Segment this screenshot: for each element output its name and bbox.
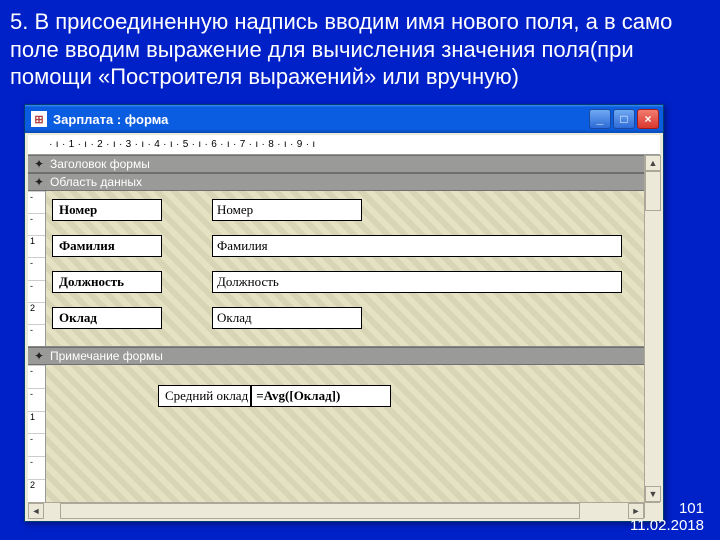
scroll-thumb[interactable] <box>60 503 580 519</box>
minimize-button[interactable]: _ <box>589 109 611 129</box>
label-avg-salary[interactable]: Средний оклад <box>158 385 251 407</box>
field-surname[interactable]: Фамилия <box>212 235 622 257</box>
slide-body-text: 5. В присоединенную надпись вводим имя н… <box>0 0 720 95</box>
slide-footer: 101 11.02.2018 <box>630 501 704 534</box>
design-surface[interactable]: ✦ Заголовок формы ✦ Область данных -- 1-… <box>28 155 644 502</box>
section-body-footer[interactable]: -- 1- -2 Средний оклад =Avg([Оклад]) <box>28 365 644 502</box>
label-number[interactable]: Номер <box>52 199 162 221</box>
form-designer-window: ⊞ Зарплата : форма _ □ × · ı · 1 · ı · 2… <box>24 104 664 522</box>
section-title: Область данных <box>50 175 142 189</box>
label-position[interactable]: Должность <box>52 271 162 293</box>
scroll-left-icon[interactable]: ◄ <box>28 503 44 519</box>
section-header-form-header[interactable]: ✦ Заголовок формы <box>28 155 644 173</box>
field-avg-salary[interactable]: =Avg([Оклад]) <box>251 385 391 407</box>
section-title: Заголовок формы <box>50 157 150 171</box>
slide-date: 11.02.2018 <box>630 518 704 535</box>
horizontal-ruler: · ı · 1 · ı · 2 · ı · 3 · ı · 4 · ı · 5 … <box>28 135 660 155</box>
vertical-ruler: -- 1- -2 - <box>28 191 46 346</box>
section-header-detail[interactable]: ✦ Область данных <box>28 173 644 191</box>
field-position[interactable]: Должность <box>212 271 622 293</box>
section-header-form-footer[interactable]: ✦ Примечание формы <box>28 347 644 365</box>
field-number[interactable]: Номер <box>212 199 362 221</box>
client-area: · ı · 1 · ı · 2 · ı · 3 · ı · 4 · ı · 5 … <box>28 135 660 518</box>
section-icon: ✦ <box>32 175 46 189</box>
section-title: Примечание формы <box>50 349 163 363</box>
form-icon: ⊞ <box>31 111 47 127</box>
section-body-detail[interactable]: -- 1- -2 - Номер Номер Фамилия Фамилия Д… <box>28 191 644 347</box>
window-title: Зарплата : форма <box>53 112 589 127</box>
titlebar[interactable]: ⊞ Зарплата : форма _ □ × <box>25 105 663 133</box>
close-button[interactable]: × <box>637 109 659 129</box>
section-icon: ✦ <box>32 157 46 171</box>
section-icon: ✦ <box>32 349 46 363</box>
vertical-ruler: -- 1- -2 <box>28 365 46 502</box>
scroll-down-icon[interactable]: ▼ <box>645 486 661 502</box>
slide-number: 101 <box>630 501 704 518</box>
label-salary[interactable]: Оклад <box>52 307 162 329</box>
scroll-thumb[interactable] <box>645 171 661 211</box>
scroll-up-icon[interactable]: ▲ <box>645 155 661 171</box>
label-surname[interactable]: Фамилия <box>52 235 162 257</box>
maximize-button[interactable]: □ <box>613 109 635 129</box>
vertical-scrollbar[interactable]: ▲ ▼ <box>644 155 660 502</box>
horizontal-scrollbar[interactable]: ◄ ► <box>28 502 644 518</box>
field-salary[interactable]: Оклад <box>212 307 362 329</box>
